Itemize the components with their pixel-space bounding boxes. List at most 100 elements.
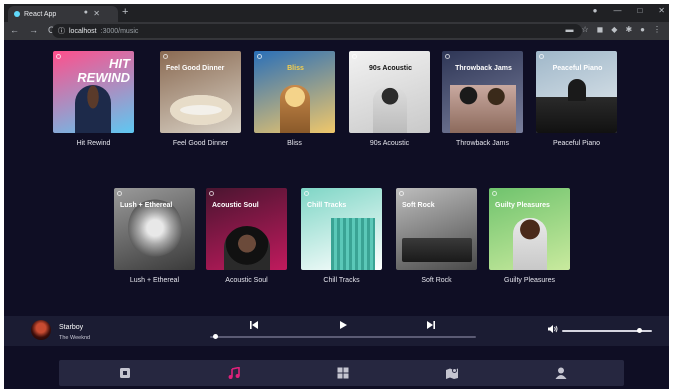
avatar-icon[interactable]: ●	[640, 25, 645, 34]
playlist-card[interactable]: Throwback Jams Throwback Jams	[442, 51, 523, 147]
map-icon[interactable]	[444, 365, 460, 381]
playlist-card[interactable]: Guilty Pleasures Guilty Pleasures	[489, 188, 570, 284]
playlist-card[interactable]: Acoustic Soul Acoustic Soul	[206, 188, 287, 284]
spotify-logo-icon	[445, 54, 450, 59]
playlist-label[interactable]: Throwback Jams	[442, 140, 523, 147]
new-tab-button[interactable]: +	[122, 6, 128, 18]
forward-icon[interactable]: →	[29, 25, 38, 35]
playlist-cover[interactable]: Chill Tracks	[301, 188, 382, 270]
browser-window: React App ● ✕ + ● — □ ✕ ← → C ⓘ localhos…	[0, 0, 673, 389]
playlist-label[interactable]: Chill Tracks	[301, 277, 382, 284]
tab-strip: React App ● ✕ + ● — □ ✕	[4, 4, 669, 22]
bookmark-star-icon[interactable]: ☆	[581, 25, 588, 34]
playlist-cover[interactable]: 90s Acoustic	[349, 51, 430, 133]
playlist-cover[interactable]: HIT REWIND	[53, 51, 134, 133]
home-icon[interactable]	[117, 365, 133, 381]
cover-title: Feel Good Dinner	[166, 65, 225, 72]
spotify-logo-icon	[539, 54, 544, 59]
playlist-label[interactable]: Feel Good Dinner	[160, 140, 241, 147]
volume-knob[interactable]	[636, 328, 642, 333]
volume-icon[interactable]	[548, 325, 558, 335]
nav-buttons: ← → C	[10, 25, 55, 35]
playlist-card[interactable]: Bliss Bliss	[254, 51, 335, 147]
spotify-logo-icon	[304, 191, 309, 196]
now-playing-info: Starboy The Weeknd	[59, 323, 90, 343]
spotify-logo-icon	[117, 191, 122, 196]
playlist-label[interactable]: Hit Rewind	[53, 140, 134, 147]
site-info-icon[interactable]: ⓘ	[58, 26, 65, 36]
extension-icon[interactable]: ◆	[611, 25, 617, 34]
grid-icon[interactable]	[335, 365, 351, 381]
music-app: HIT REWIND Hit Rewind Feel Good Dinner Feel…	[4, 40, 669, 389]
playlist-card[interactable]: Chill Tracks Chill Tracks	[301, 188, 382, 284]
close-window-button[interactable]: ✕	[658, 6, 665, 15]
playlist-cover[interactable]: Soft Rock	[396, 188, 477, 270]
playlist-label[interactable]: Lush + Ethereal	[114, 277, 195, 284]
cover-title: HIT REWIND	[77, 56, 130, 86]
playlist-cover[interactable]: Throwback Jams	[442, 51, 523, 133]
spotify-logo-icon	[399, 191, 404, 196]
cover-title: Acoustic Soul	[212, 202, 259, 209]
track-title: Starboy	[59, 324, 84, 331]
cover-title: Guilty Pleasures	[495, 202, 550, 209]
browser-tab[interactable]: React App ● ✕	[8, 6, 118, 22]
volume-slider[interactable]	[562, 328, 652, 333]
playlist-card[interactable]: Peaceful Piano Peaceful Piano	[536, 51, 617, 147]
cover-title: Throwback Jams	[455, 65, 512, 72]
address-bar-row: ← → C ⓘ localhost:3000/music ▬ ☆ ◼ ◆ ✱ ●…	[4, 22, 669, 40]
cover-title: Lush + Ethereal	[120, 202, 173, 209]
progress-knob[interactable]	[213, 334, 219, 339]
cover-title: Chill Tracks	[307, 202, 347, 209]
url-input[interactable]: ⓘ localhost:3000/music	[52, 24, 582, 38]
profile-icon[interactable]: ●	[593, 6, 598, 15]
playlist-cover[interactable]: Feel Good Dinner	[160, 51, 241, 133]
url-path: :3000/music	[100, 27, 139, 35]
user-icon[interactable]	[553, 365, 569, 381]
playlist-label[interactable]: Guilty Pleasures	[489, 277, 570, 284]
react-favicon-icon	[14, 11, 20, 17]
playlist-label[interactable]: Acoustic Soul	[206, 277, 287, 284]
playlist-cover[interactable]: Peaceful Piano	[536, 51, 617, 133]
playlist-card[interactable]: 90s Acoustic 90s Acoustic	[349, 51, 430, 147]
playlist-card[interactable]: Lush + Ethereal Lush + Ethereal	[114, 188, 195, 284]
cover-title: Peaceful Piano	[552, 65, 603, 72]
extensions-area: ▬ ☆ ◼ ◆ ✱ ● ⋮	[565, 25, 661, 34]
playlist-label[interactable]: Peaceful Piano	[536, 140, 617, 147]
next-icon[interactable]	[427, 321, 435, 331]
track-progress-slider[interactable]	[210, 334, 476, 339]
music-icon[interactable]	[226, 365, 242, 381]
window-controls: ● — □ ✕	[593, 6, 665, 15]
track-artist: The Weeknd	[59, 335, 91, 341]
play-icon[interactable]	[339, 321, 347, 331]
cover-title: Soft Rock	[402, 202, 435, 209]
spotify-logo-icon	[163, 54, 168, 59]
spotify-logo-icon	[352, 54, 357, 59]
previous-icon[interactable]	[250, 321, 258, 331]
playlist-label[interactable]: 90s Acoustic	[349, 140, 430, 147]
minimize-button[interactable]: —	[613, 6, 621, 15]
playlist-cover[interactable]: Acoustic Soul	[206, 188, 287, 270]
key-icon[interactable]: ▬	[565, 25, 573, 34]
playlist-cover[interactable]: Guilty Pleasures	[489, 188, 570, 270]
tab-title: React App	[24, 10, 57, 18]
maximize-button[interactable]: □	[637, 6, 642, 15]
bottom-nav	[59, 360, 624, 386]
player-bar: Starboy The Weeknd	[4, 316, 669, 346]
spotify-logo-icon	[209, 191, 214, 196]
playlist-card[interactable]: Soft Rock Soft Rock	[396, 188, 477, 284]
spotify-logo-icon	[257, 54, 262, 59]
back-icon[interactable]: ←	[10, 25, 19, 35]
puzzle-icon[interactable]: ✱	[625, 25, 632, 34]
playlist-label[interactable]: Soft Rock	[396, 277, 477, 284]
url-host: localhost	[69, 27, 97, 35]
close-tab-icon[interactable]: ✕	[93, 9, 100, 18]
spotify-logo-icon	[492, 191, 497, 196]
audio-playing-icon[interactable]: ●	[84, 9, 88, 16]
playlist-cover[interactable]: Lush + Ethereal	[114, 188, 195, 270]
menu-icon[interactable]: ⋮	[653, 25, 661, 34]
extension-icon[interactable]: ◼	[597, 25, 604, 34]
playlist-card[interactable]: Feel Good Dinner Feel Good Dinner	[160, 51, 241, 147]
playlist-cover[interactable]: Bliss	[254, 51, 335, 133]
playlist-label[interactable]: Bliss	[254, 140, 335, 147]
playlist-card[interactable]: HIT REWIND Hit Rewind	[53, 51, 134, 147]
